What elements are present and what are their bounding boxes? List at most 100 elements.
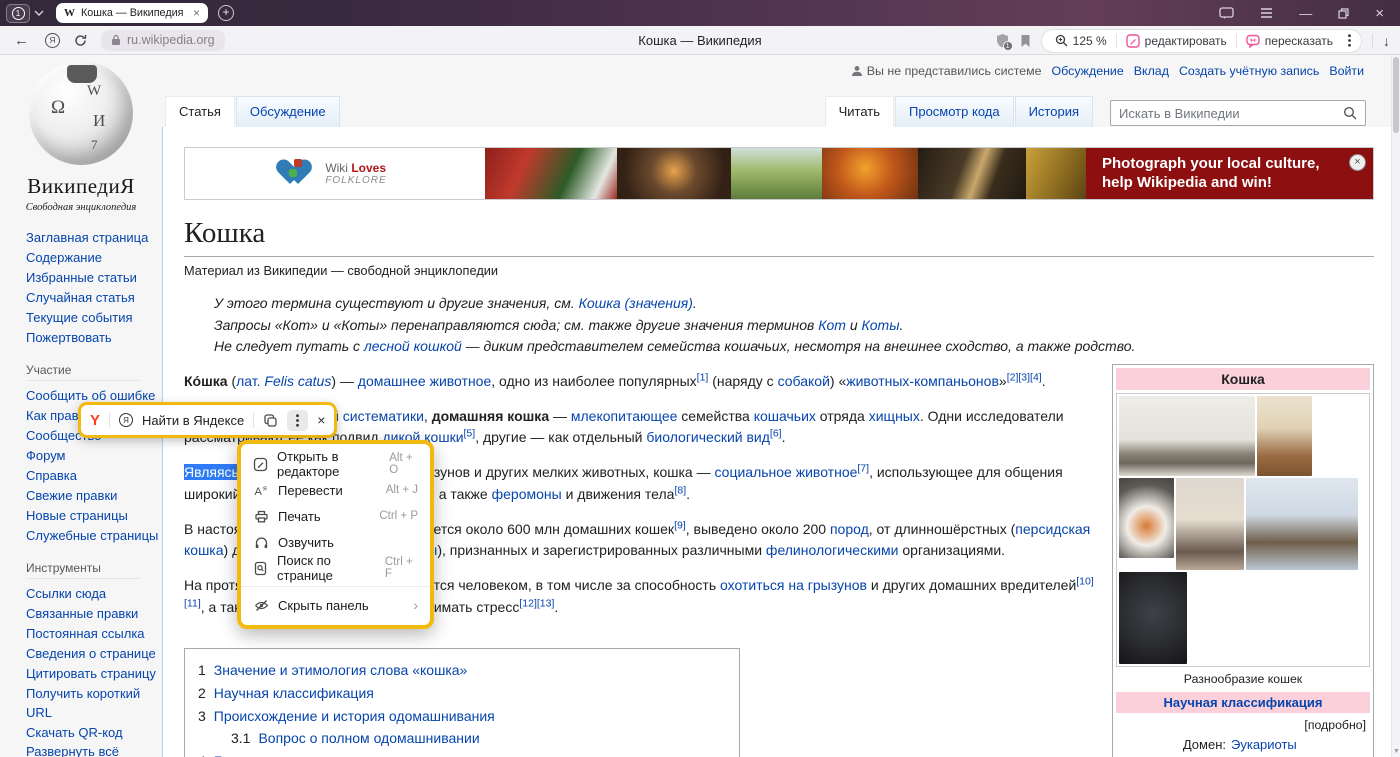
sidebar-link[interactable]: Связанные правки [26, 605, 162, 623]
banner-close-icon[interactable]: × [1349, 154, 1366, 171]
sidebar-link[interactable]: Текущие события [26, 309, 162, 327]
personal-link[interactable]: Вклад [1134, 64, 1169, 78]
wlf-logo-text: Wiki Loves FOLKLORE [325, 161, 386, 186]
toc-row: 3Происхождение и история одомашнивания [185, 705, 739, 728]
tab-history[interactable]: История [1015, 96, 1093, 127]
bookmark-icon[interactable] [1020, 34, 1031, 48]
wikipedia-wordmark: ВикипедиЯ [0, 174, 162, 199]
toc-link[interactable]: Вопрос о полном одомашнивании [258, 730, 479, 746]
taxonomy-link[interactable]: Эукариоты [1231, 734, 1297, 756]
tab-article[interactable]: Статья [165, 96, 235, 127]
edit-button[interactable]: редактировать [1117, 34, 1236, 48]
restore-button[interactable] [1338, 8, 1349, 19]
tab-count-button[interactable]: 1 [6, 4, 30, 23]
pill-more-icon[interactable] [1342, 34, 1357, 47]
details-link[interactable]: [подробно] [1116, 713, 1370, 734]
tab-view-source[interactable]: Просмотр кода [895, 96, 1014, 127]
personal-link[interactable]: Войти [1329, 64, 1364, 78]
menu-item-translate[interactable]: Aя Перевести Alt + J [241, 477, 430, 503]
menu-item-hide-panel[interactable]: Скрыть панель › [241, 592, 430, 618]
wlf-logo-panel: Wiki Loves FOLKLORE [185, 148, 485, 199]
menu-item-print[interactable]: Печать Ctrl + P [241, 503, 430, 529]
namespace-tabs: Статья Обсуждение [165, 96, 341, 127]
copy-icon[interactable] [263, 413, 278, 428]
yandex-services-icon[interactable]: Я [45, 33, 60, 48]
print-icon [253, 509, 269, 524]
sidebar-link[interactable]: Цитировать страницу [26, 665, 162, 683]
personal-link[interactable]: Создать учётную запись [1179, 64, 1319, 78]
retell-button[interactable]: пересказать [1237, 34, 1342, 48]
tab-count-badge: 1 [12, 7, 25, 20]
menu-item-find-on-page[interactable]: Поиск по странице Ctrl + F [241, 555, 430, 581]
browser-tab[interactable]: W Кошка — Википедия × [56, 3, 208, 23]
browser-toolbar: Кошка — Википедия ← Я ru.wikipedia.org 1… [0, 26, 1400, 55]
tab-discussion[interactable]: Обсуждение [236, 96, 340, 127]
menu-item-open-editor[interactable]: Открыть в редакторе Alt + O [241, 451, 430, 477]
sidebar-link[interactable]: Пожертвовать [26, 329, 162, 347]
new-tab-button[interactable]: + [218, 5, 234, 21]
toc-row: 2Научная классификация [185, 682, 739, 705]
back-button[interactable]: ← [14, 32, 29, 49]
zoom-control[interactable]: 125 % [1046, 34, 1116, 48]
search-icon[interactable] [1343, 106, 1357, 120]
cat-photo [1119, 572, 1187, 664]
sidebar-link[interactable]: Постоянная ссылка [26, 625, 162, 643]
minimize-button[interactable]: — [1299, 6, 1312, 21]
wiki-search-input[interactable] [1119, 106, 1343, 121]
yandex-actions-pill: 125 % редактировать пересказать [1041, 29, 1362, 53]
popup-more-button[interactable] [287, 410, 308, 431]
sidebar-link[interactable]: Ссылки сюда [26, 585, 162, 603]
menu-item-voice[interactable]: Озвучить [241, 529, 430, 555]
yandex-logo-icon[interactable]: Y [90, 412, 100, 429]
sidebar-link[interactable]: Случайная статья [26, 289, 162, 307]
sidebar-link[interactable]: Развернуть всё [26, 743, 162, 757]
cat-photo [1176, 478, 1244, 570]
sidebar-link[interactable]: Свежие правки [26, 487, 162, 505]
tab-close-icon[interactable]: × [193, 6, 200, 20]
toc-link[interactable]: Научная классификация [214, 685, 374, 701]
banner-photo [1026, 148, 1086, 199]
sidebar-section-participation: Участие Сообщить об ошибкеКак править ст… [0, 363, 162, 545]
svg-text:A: A [254, 486, 262, 498]
headphones-icon [253, 535, 269, 550]
scrollbar-thumb[interactable] [1393, 57, 1399, 133]
protect-badge: 1 [1003, 41, 1013, 51]
address-bar[interactable]: ru.wikipedia.org [101, 30, 225, 51]
popup-context-menu: Открыть в редакторе Alt + O Aя Перевести… [237, 440, 434, 629]
sidebar-link[interactable]: Заглавная страница [26, 229, 162, 247]
sidebar-link[interactable]: Справка [26, 467, 162, 485]
sidebar-link[interactable]: Служебные страницы [26, 527, 162, 545]
sidebar-panel-icon[interactable] [1219, 7, 1234, 19]
close-window-button[interactable]: × [1375, 5, 1384, 22]
tab-list-chevron-icon[interactable] [34, 10, 44, 16]
banner-photo [731, 148, 821, 199]
toc-link[interactable]: Биология [214, 753, 275, 757]
sidebar-section-title: Инструменты [26, 561, 140, 579]
tab-read[interactable]: Читать [825, 96, 894, 127]
wikipedia-globe-logo[interactable]: Ω W И 7 [29, 61, 133, 165]
toc-row: 4Биология [185, 750, 739, 757]
sidebar-link[interactable]: Содержание [26, 249, 162, 267]
toc-row: 1Значение и этимология слова «кошка» [185, 659, 739, 682]
hatnote: Запросы «Кот» и «Коты» перенаправляются … [214, 315, 1374, 337]
user-icon [851, 65, 863, 77]
download-icon[interactable]: ↓ [1383, 33, 1390, 49]
find-in-yandex-button[interactable]: Найти в Яндексе [142, 413, 244, 428]
menu-hamburger-icon[interactable] [1260, 8, 1273, 18]
toc-link[interactable]: Значение и этимология слова «кошка» [214, 662, 468, 678]
sidebar-link[interactable]: Новые страницы [26, 507, 162, 525]
wlf-banner[interactable]: Wiki Loves FOLKLORE Photograph your loca… [184, 147, 1374, 200]
personal-link[interactable]: Обсуждение [1052, 64, 1124, 78]
protect-icon[interactable]: 1 [995, 33, 1010, 49]
sidebar-link[interactable]: Сведения о странице [26, 645, 162, 663]
toc-link[interactable]: Происхождение и история одомашнивания [214, 708, 495, 724]
scrollbar-down-icon[interactable]: ▼ [1393, 748, 1400, 755]
zoom-level: 125 % [1073, 34, 1107, 48]
sidebar-link[interactable]: Получить короткий URL [26, 685, 162, 722]
page-scrollbar[interactable]: ▼ [1391, 55, 1400, 757]
sidebar-link[interactable]: Скачать QR-код [26, 724, 162, 742]
reload-button[interactable] [74, 34, 87, 47]
sidebar-link[interactable]: Форум [26, 447, 162, 465]
sidebar-link[interactable]: Избранные статьи [26, 269, 162, 287]
popup-close-icon[interactable]: × [317, 412, 325, 428]
